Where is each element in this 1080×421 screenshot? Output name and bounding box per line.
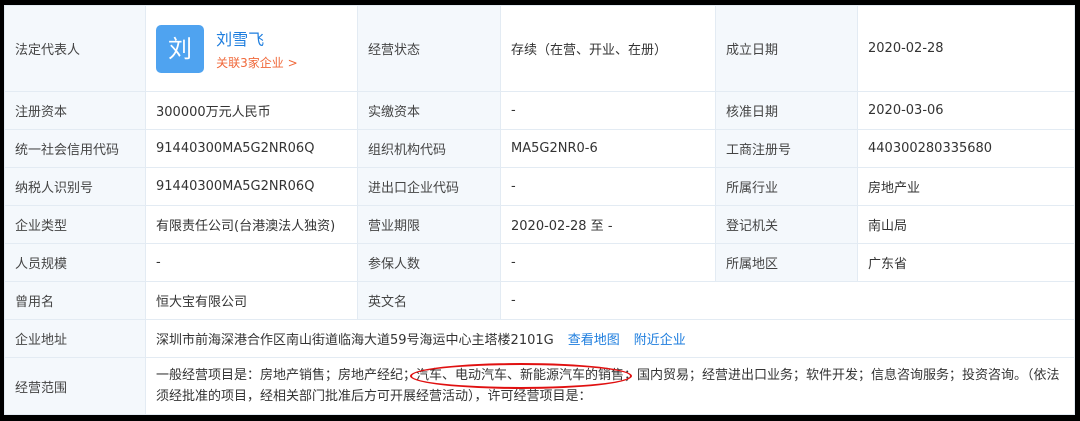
nearby-companies-link[interactable]: 附近企业 — [634, 333, 686, 348]
field-label: 人员规模 — [4, 243, 146, 282]
field-label: 组织机构代码 — [357, 129, 501, 168]
field-value: 300000万元人民币 — [145, 91, 358, 130]
table-row: 统一社会信用代码 91440300MA5G2NR06Q 组织机构代码 MA5G2NR0… — [4, 129, 1075, 168]
field-value: 2020-02-28 至 - — [500, 205, 716, 244]
company-info-table: 法定代表人 刘 刘雪飞 关联3家企业 > 经营状态 存续（在营、开业、在册） 成… — [4, 5, 1075, 415]
table-row: 经营范围 一般经营项目是：房地产销售；房地产经纪；汽车、电动汽车、新能源汽车的销… — [4, 357, 1075, 415]
table-row: 纳税人识别号 91440300MA5G2NR06Q 进出口企业代码 - 所属行业 房地产业 — [4, 167, 1075, 206]
field-label: 曾用名 — [4, 281, 146, 320]
field-value: 2020-03-06 — [857, 91, 1075, 130]
field-label: 实缴资本 — [357, 91, 501, 130]
avatar: 刘 — [156, 24, 204, 73]
field-label: 纳税人识别号 — [4, 167, 146, 206]
field-value: 2020-02-28 — [857, 5, 1075, 92]
screenshot-frame: 法定代表人 刘 刘雪飞 关联3家企业 > 经营状态 存续（在营、开业、在册） 成… — [0, 0, 1080, 421]
field-value: 房地产业 — [857, 167, 1075, 206]
field-value: 存续（在营、开业、在册） — [500, 5, 716, 92]
table-row: 人员规模 - 参保人数 - 所属地区 广东省 — [4, 243, 1075, 282]
field-value: 91440300MA5G2NR06Q — [145, 129, 358, 168]
highlighted-scope-text: 汽车、电动汽车、新能源汽车的销售 — [416, 368, 625, 383]
field-label: 统一社会信用代码 — [4, 129, 146, 168]
scope-text: 一般经营项目是：房地产销售；房地产经纪； — [156, 368, 417, 383]
field-label: 经营范围 — [4, 357, 146, 415]
table-row: 曾用名 恒大宝有限公司 英文名 - — [4, 281, 1075, 320]
view-map-link[interactable]: 查看地图 — [568, 333, 620, 348]
field-value: - — [500, 281, 1075, 320]
address-cell: 深圳市前海深港合作区南山街道临海大道59号海运中心主塔楼2101G 查看地图 附近企… — [145, 319, 1075, 358]
representative-name-link[interactable]: 刘雪飞 — [216, 26, 298, 50]
table-row: 企业类型 有限责任公司(台港澳法人独资) 营业期限 2020-02-28 至 - 登记机… — [4, 205, 1075, 244]
field-value: 恒大宝有限公司 — [145, 281, 358, 320]
legal-representative: 刘 刘雪飞 关联3家企业 > — [145, 5, 358, 92]
field-label: 企业地址 — [4, 319, 146, 358]
field-label: 成立日期 — [715, 5, 858, 92]
field-label: 登记机关 — [715, 205, 858, 244]
field-value: - — [145, 243, 358, 282]
field-label: 工商注册号 — [715, 129, 858, 168]
field-label: 所属行业 — [715, 167, 858, 206]
address-value: 深圳市前海深港合作区南山街道临海大道59号海运中心主塔楼2101G — [156, 333, 554, 348]
field-value: - — [500, 167, 716, 206]
field-label: 参保人数 — [357, 243, 501, 282]
field-value: 91440300MA5G2NR06Q — [145, 167, 358, 206]
field-value: 440300280335680 — [857, 129, 1075, 168]
field-label: 所属地区 — [715, 243, 858, 282]
field-label: 进出口企业代码 — [357, 167, 501, 206]
table-row: 注册资本 300000万元人民币 实缴资本 - 核准日期 2020-03-06 — [4, 91, 1075, 130]
field-label: 英文名 — [357, 281, 501, 320]
field-label: 企业类型 — [4, 205, 146, 244]
field-value: 广东省 — [857, 243, 1075, 282]
field-label: 营业期限 — [357, 205, 501, 244]
field-value: 南山局 — [857, 205, 1075, 244]
field-label: 核准日期 — [715, 91, 858, 130]
field-value: 有限责任公司(台港澳法人独资) — [145, 205, 358, 244]
field-value: - — [500, 91, 716, 130]
field-label: 注册资本 — [4, 91, 146, 130]
business-scope: 一般经营项目是：房地产销售；房地产经纪；汽车、电动汽车、新能源汽车的销售；国内贸… — [145, 357, 1075, 415]
related-companies-link[interactable]: 关联3家企业 > — [216, 54, 298, 71]
field-label: 法定代表人 — [4, 5, 146, 92]
table-row: 企业地址 深圳市前海深港合作区南山街道临海大道59号海运中心主塔楼2101G 查看… — [4, 319, 1075, 358]
table-row: 法定代表人 刘 刘雪飞 关联3家企业 > 经营状态 存续（在营、开业、在册） 成… — [4, 5, 1075, 92]
field-label: 经营状态 — [357, 5, 501, 92]
field-value: MA5G2NR0-6 — [500, 129, 716, 168]
field-value: - — [500, 243, 716, 282]
